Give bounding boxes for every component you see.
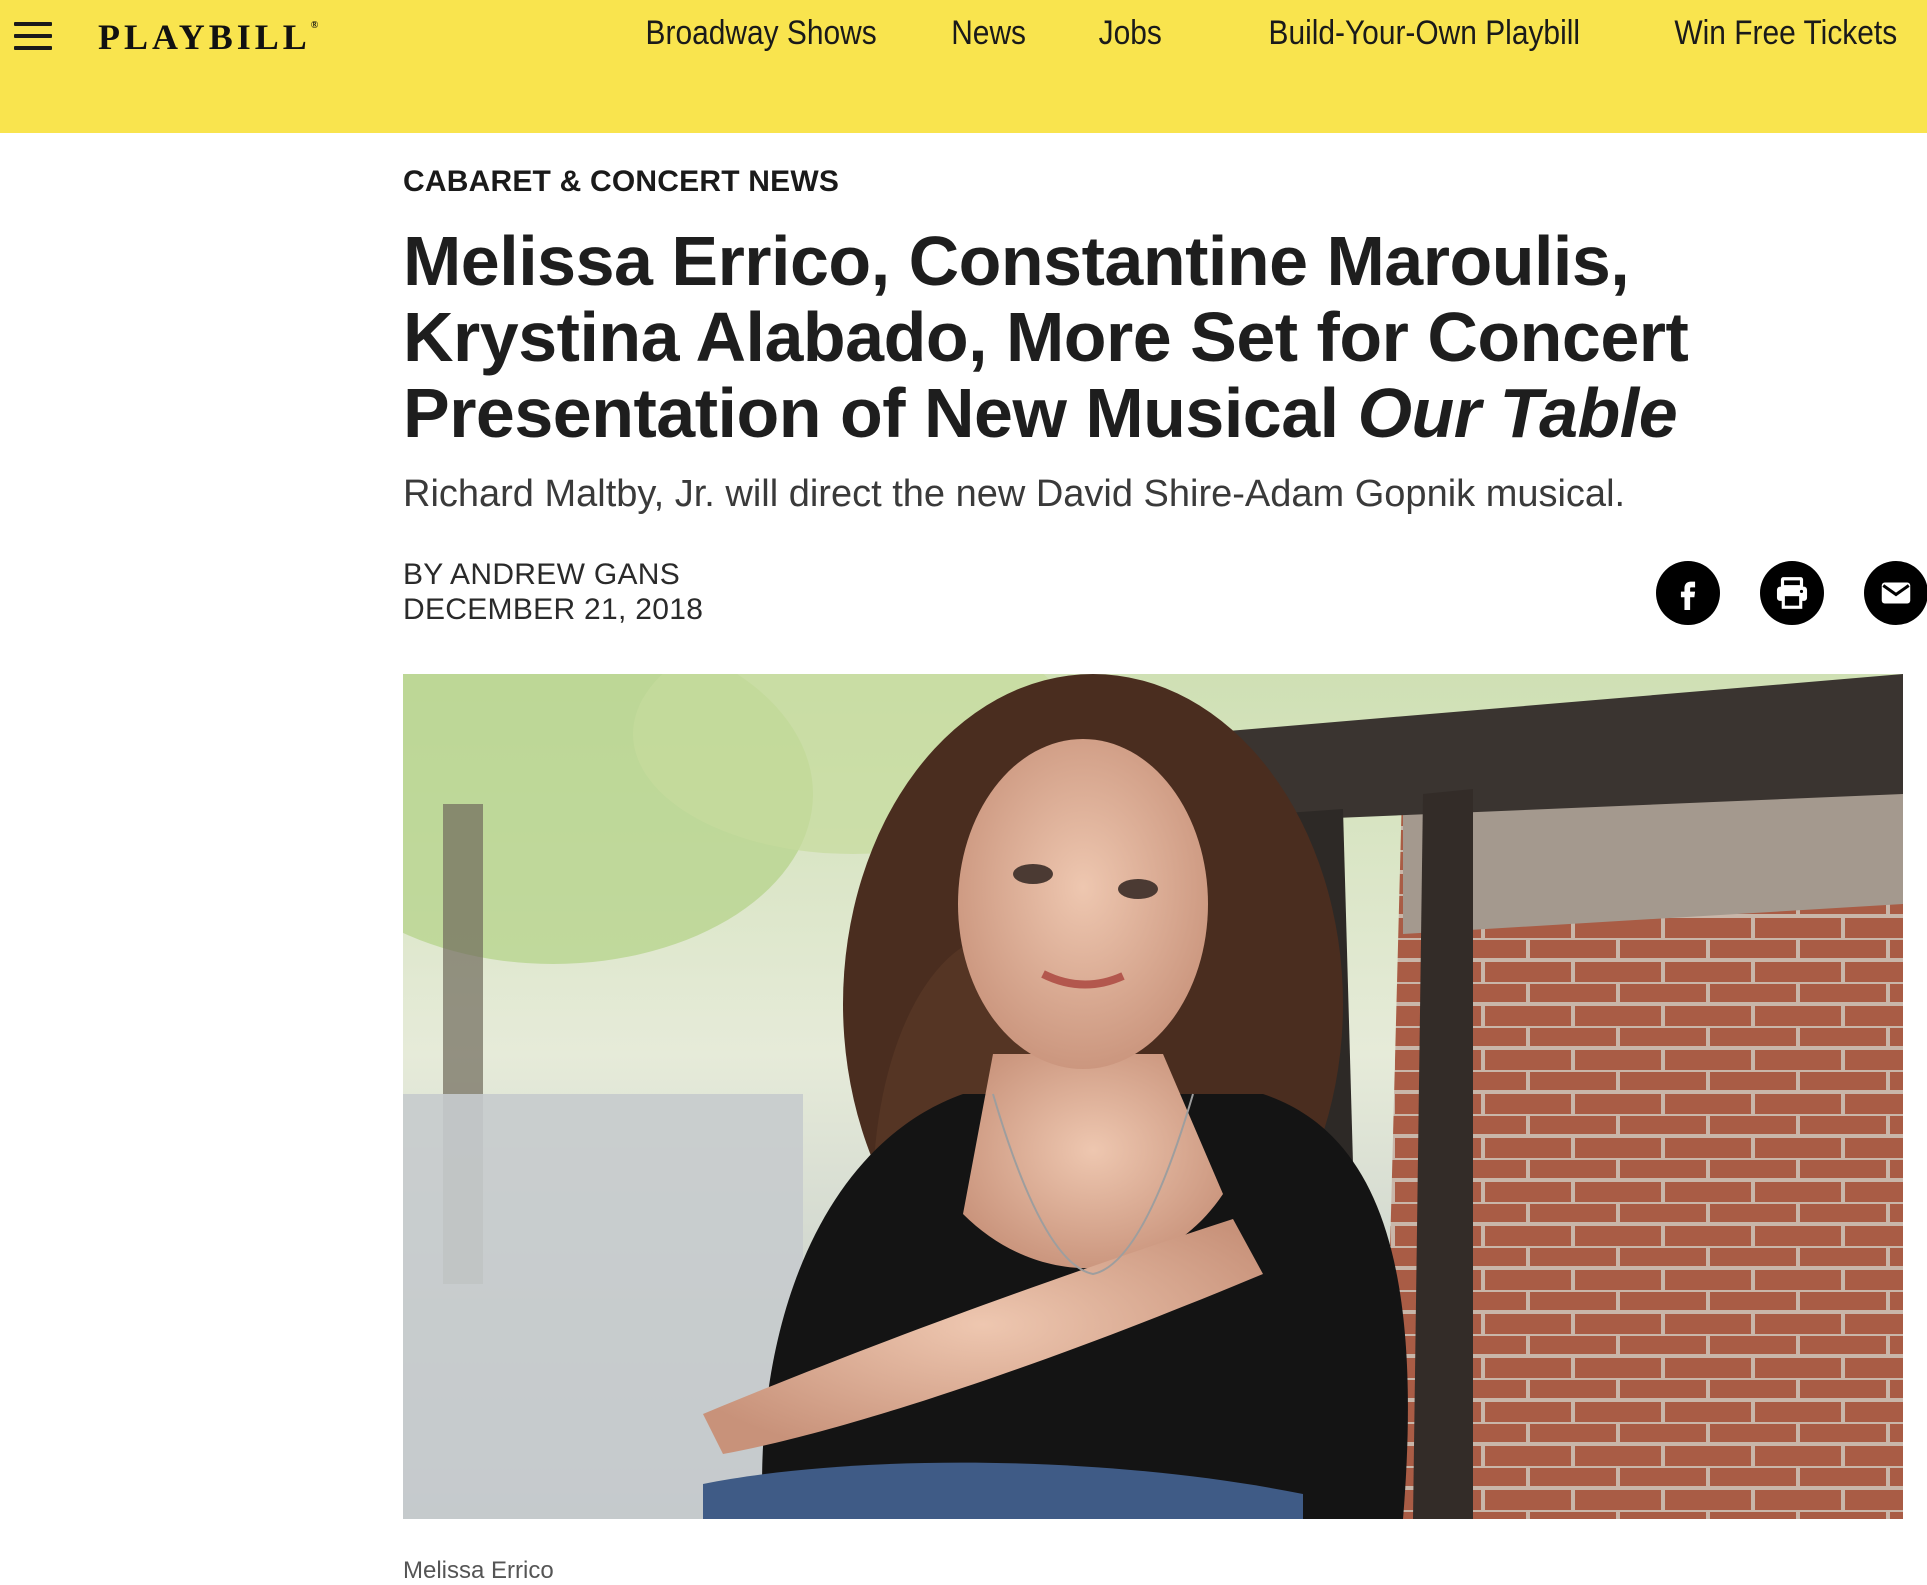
article-header: CABARET & CONCERT NEWS Melissa Errico, C… bbox=[403, 165, 1927, 627]
article-category[interactable]: CABARET & CONCERT NEWS bbox=[403, 165, 1903, 199]
show-title: Our Table bbox=[1357, 374, 1678, 452]
print-icon[interactable] bbox=[1760, 561, 1824, 625]
nav-news[interactable]: News bbox=[951, 14, 1026, 53]
share-buttons bbox=[1656, 561, 1927, 625]
article-subheadline: Richard Maltby, Jr. will direct the new … bbox=[403, 473, 1626, 515]
article-headline: Melissa Errico, Constantine Maroulis, Kr… bbox=[403, 222, 1689, 452]
main-nav: Broadway Shows News Jobs Build-Your-Own … bbox=[614, 14, 1897, 53]
article-hero-photo bbox=[403, 674, 1903, 1519]
photo-caption: Melissa Errico bbox=[403, 1557, 554, 1584]
playbill-logo[interactable]: PLAYBILL® bbox=[98, 16, 318, 58]
byline-row: BY ANDREW GANS DECEMBER 21, 2018 bbox=[403, 557, 1927, 627]
nav-build-your-own-playbill[interactable]: Build-Your-Own Playbill bbox=[1268, 14, 1580, 53]
nav-win-free-tickets[interactable]: Win Free Tickets bbox=[1674, 14, 1897, 53]
email-icon[interactable] bbox=[1864, 561, 1927, 625]
facebook-icon[interactable] bbox=[1656, 561, 1720, 625]
registered-mark: ® bbox=[310, 20, 319, 31]
nav-jobs[interactable]: Jobs bbox=[1099, 14, 1162, 53]
site-header: PLAYBILL® Broadway Shows News Jobs Build… bbox=[0, 0, 1927, 133]
hamburger-menu-icon[interactable] bbox=[14, 22, 52, 50]
nav-broadway-shows[interactable]: Broadway Shows bbox=[646, 14, 877, 53]
